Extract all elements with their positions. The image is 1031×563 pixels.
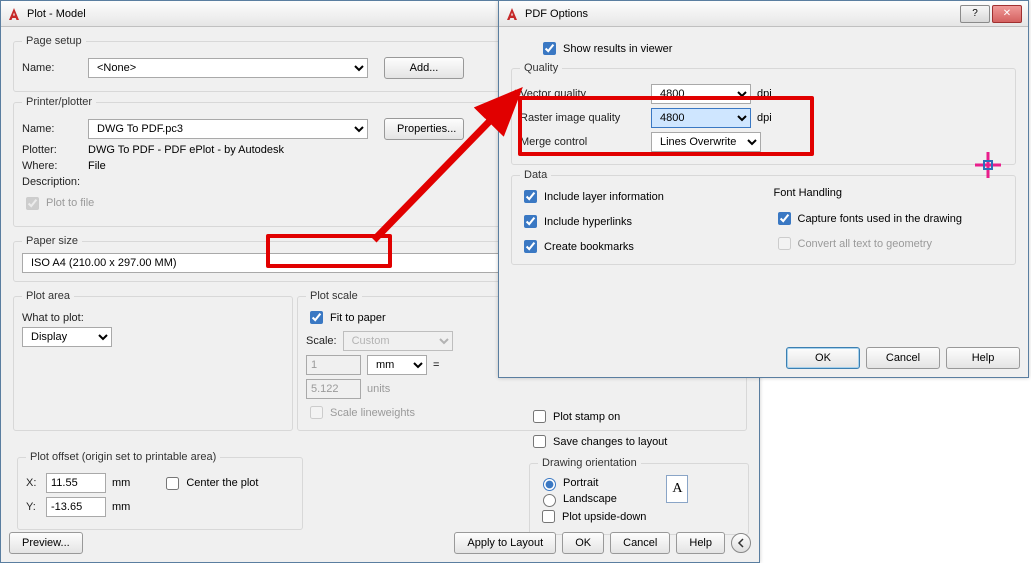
offset-y-input[interactable]: [46, 497, 106, 517]
plotter-label: Plotter:: [22, 144, 82, 156]
plot-area-legend: Plot area: [22, 290, 74, 302]
autocad-icon: [7, 7, 21, 21]
scale-label: Scale:: [306, 335, 337, 347]
capture-fonts-check[interactable]: [778, 212, 791, 225]
target-cursor-icon: [975, 152, 1001, 181]
preview-button[interactable]: Preview...: [9, 532, 83, 554]
vector-quality-label: Vector quality: [520, 88, 645, 100]
pdf-titlebar[interactable]: PDF Options ? ✕: [499, 1, 1028, 27]
where-label: Where:: [22, 160, 82, 172]
what-to-plot-label: What to plot:: [22, 312, 84, 324]
plot-offset-legend: Plot offset (origin set to printable are…: [26, 451, 220, 463]
plot-footer: Preview... Apply to Layout OK Cancel Hel…: [1, 524, 759, 562]
printer-name-select[interactable]: DWG To PDF.pc3: [88, 119, 368, 139]
help-window-icon[interactable]: ?: [960, 5, 990, 23]
data-group: Data Include layer information Include h…: [511, 169, 1016, 265]
plotter-value: DWG To PDF - PDF ePlot - by Autodesk: [88, 144, 284, 156]
printer-properties-button[interactable]: Properties...: [384, 118, 464, 140]
offset-y-label: Y:: [26, 501, 40, 513]
save-layout-check[interactable]: [533, 435, 546, 448]
scale-unit-select[interactable]: mm: [367, 355, 427, 375]
paper-size-legend: Paper size: [22, 235, 82, 247]
pdf-title: PDF Options: [525, 8, 588, 20]
portrait-radio[interactable]: [543, 478, 556, 491]
raster-quality-label: Raster image quality: [520, 112, 645, 124]
font-handling-heading: Font Handling: [774, 187, 1008, 199]
offset-x-input[interactable]: [46, 473, 106, 493]
dpi-label-1: dpi: [757, 88, 772, 100]
scale-numerator: [306, 355, 361, 375]
description-label: Description:: [22, 176, 82, 188]
plot-area-group: Plot area What to plot: Display: [13, 290, 293, 431]
pdf-footer: OK Cancel Help: [499, 339, 1028, 377]
vector-quality-select[interactable]: 4800: [651, 84, 751, 104]
page-setup-legend: Page setup: [22, 35, 86, 47]
printer-legend: Printer/plotter: [22, 96, 96, 108]
scale-select: Custom: [343, 331, 453, 351]
plot-ok-button[interactable]: OK: [562, 532, 604, 554]
merge-control-select[interactable]: Lines Overwrite: [651, 132, 761, 152]
add-page-setup-button[interactable]: Add...: [384, 57, 464, 79]
create-bookmarks-check[interactable]: [524, 240, 537, 253]
plot-stamp-check[interactable]: [533, 410, 546, 423]
orientation-preview-icon: A: [666, 475, 688, 503]
plot-title: Plot - Model: [27, 8, 86, 20]
page-setup-name-select[interactable]: <None>: [88, 58, 368, 78]
show-results-check[interactable]: [543, 42, 556, 55]
plot-cancel-button[interactable]: Cancel: [610, 532, 670, 554]
plot-scale-legend: Plot scale: [306, 290, 362, 302]
pdf-ok-button[interactable]: OK: [786, 347, 860, 369]
include-layer-check[interactable]: [524, 190, 537, 203]
autocad-icon: [505, 7, 519, 21]
quality-legend: Quality: [520, 62, 562, 74]
units-label: units: [367, 383, 390, 395]
plot-offset-group: Plot offset (origin set to printable are…: [17, 451, 303, 530]
orientation-legend: Drawing orientation: [538, 457, 641, 469]
plot-help-button[interactable]: Help: [676, 532, 725, 554]
scale-denominator: [306, 379, 361, 399]
center-plot-check[interactable]: [166, 477, 179, 490]
pdf-cancel-button[interactable]: Cancel: [866, 347, 940, 369]
offset-x-label: X:: [26, 477, 40, 489]
what-to-plot-select[interactable]: Display: [22, 327, 112, 347]
data-legend: Data: [520, 169, 551, 181]
fit-to-paper-check[interactable]: [310, 311, 323, 324]
upside-down-check[interactable]: [542, 510, 555, 523]
offset-y-mm: mm: [112, 501, 130, 513]
offset-x-mm: mm: [112, 477, 130, 489]
plot-to-file-check: Plot to file: [22, 194, 94, 213]
close-window-icon[interactable]: ✕: [992, 5, 1022, 23]
expand-dialog-icon[interactable]: [731, 533, 751, 553]
landscape-radio[interactable]: [543, 494, 556, 507]
pdf-help-button[interactable]: Help: [946, 347, 1020, 369]
where-value: File: [88, 160, 106, 172]
printer-name-label: Name:: [22, 123, 82, 135]
apply-layout-button[interactable]: Apply to Layout: [454, 532, 556, 554]
pagesetup-name-label: Name:: [22, 62, 82, 74]
convert-text-check: [778, 237, 791, 250]
quality-group: Quality Vector quality 4800 dpi Raster i…: [511, 62, 1016, 165]
merge-control-label: Merge control: [520, 136, 645, 148]
dpi-label-2: dpi: [757, 112, 772, 124]
scale-lineweights-check: [310, 406, 323, 419]
raster-quality-select[interactable]: 4800: [651, 108, 751, 128]
pdf-options-dialog: PDF Options ? ✕ Show results in viewer Q…: [498, 0, 1029, 378]
include-hyperlinks-check[interactable]: [524, 215, 537, 228]
